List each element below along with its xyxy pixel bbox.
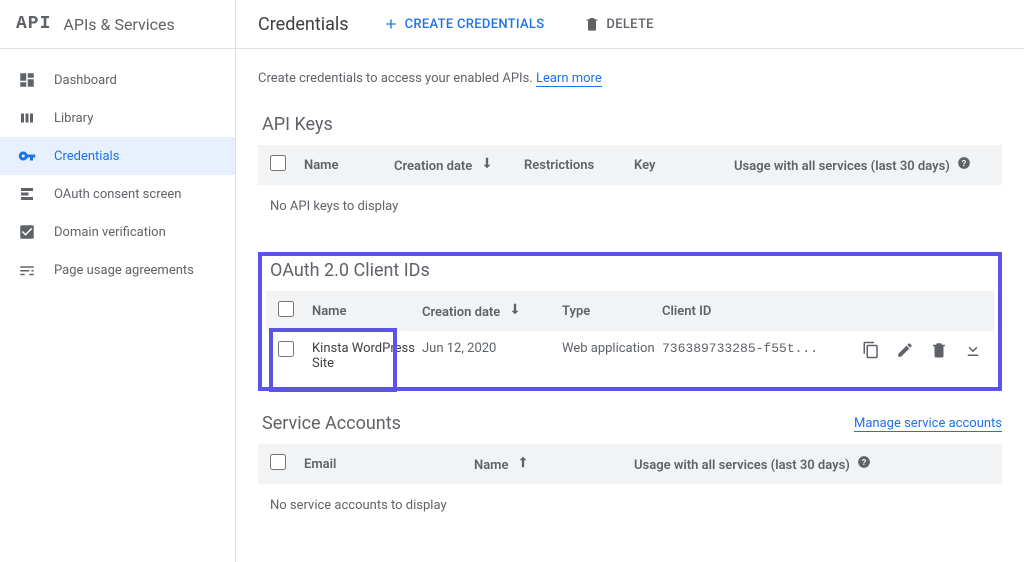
api-keys-empty: No API keys to display (258, 185, 1002, 228)
sidebar-item-label: Page usage agreements (54, 263, 194, 278)
service-accounts-empty: No service accounts to display (258, 484, 1002, 527)
svg-text:?: ? (962, 159, 967, 168)
sidebar-item-domain-verification[interactable]: Domain verification (0, 213, 235, 251)
brand-title: APIs & Services (63, 15, 174, 34)
sa-col-usage[interactable]: Usage with all services (last 30 days) ? (634, 455, 990, 473)
arrow-down-icon (508, 302, 522, 316)
api-col-name[interactable]: Name (304, 158, 394, 173)
arrow-up-icon (516, 455, 530, 469)
oauth-row-checkbox[interactable] (278, 341, 294, 357)
oauth-row-type: Web application (562, 341, 662, 356)
library-icon (18, 109, 36, 127)
trash-icon[interactable] (930, 341, 948, 359)
check-icon (18, 223, 36, 241)
select-all-sa-checkbox[interactable] (270, 454, 286, 470)
oauth-section-highlight: OAuth 2.0 Client IDs Name Creation date … (258, 252, 1002, 391)
download-icon[interactable] (964, 341, 982, 359)
service-accounts-section: Service Accounts Manage service accounts… (258, 413, 1002, 527)
copy-icon[interactable] (862, 341, 880, 359)
main: Credentials CREATE CREDENTIALS DELETE Cr… (236, 0, 1024, 562)
dashboard-icon (18, 71, 36, 89)
col-label: Usage with all services (last 30 days) (734, 159, 950, 174)
oauth-col-date[interactable]: Creation date (422, 302, 562, 320)
api-keys-header: Name Creation date Restrictions Key Usag… (258, 145, 1002, 185)
trash-icon (584, 16, 600, 32)
sidebar-item-label: Library (54, 111, 93, 126)
oauth-col-name[interactable]: Name (312, 304, 422, 319)
sidebar-item-label: Credentials (54, 149, 119, 164)
sa-col-name[interactable]: Name (474, 455, 634, 473)
service-accounts-header: Email Name Usage with all services (last… (258, 444, 1002, 484)
api-col-date[interactable]: Creation date (394, 156, 524, 174)
oauth-row-actions (862, 341, 982, 359)
manage-service-accounts-link[interactable]: Manage service accounts (854, 416, 1002, 432)
oauth-col-clientid[interactable]: Client ID (662, 304, 862, 319)
intro-text: Create credentials to access your enable… (258, 71, 1002, 86)
edit-icon[interactable] (896, 341, 914, 359)
sidebar-nav: Dashboard Library Credentials OAuth cons… (0, 49, 235, 289)
sidebar-item-label: Dashboard (54, 73, 117, 88)
settings-icon (18, 261, 36, 279)
oauth-col-type[interactable]: Type (562, 304, 662, 319)
create-credentials-label: CREATE CREDENTIALS (405, 17, 545, 32)
help-icon[interactable]: ? (857, 455, 871, 469)
sidebar-item-label: Domain verification (54, 225, 166, 240)
oauth-row-name[interactable]: Kinsta WordPress Site (312, 341, 422, 371)
api-keys-title: API Keys (262, 114, 1002, 135)
api-keys-section: API Keys Name Creation date Restrictions… (258, 114, 1002, 228)
api-col-restrictions[interactable]: Restrictions (524, 158, 634, 173)
service-accounts-title: Service Accounts (262, 413, 401, 434)
help-icon[interactable]: ? (957, 156, 971, 170)
delete-button[interactable]: DELETE (578, 10, 659, 38)
api-col-usage[interactable]: Usage with all services (last 30 days) ? (734, 156, 990, 174)
select-all-oauth-checkbox[interactable] (278, 301, 294, 317)
delete-label: DELETE (606, 17, 653, 32)
api-col-key[interactable]: Key (634, 158, 734, 173)
brand: API APIs & Services (0, 0, 235, 49)
create-credentials-button[interactable]: CREATE CREDENTIALS (377, 10, 551, 38)
svg-text:?: ? (862, 458, 867, 467)
consent-icon (18, 185, 36, 203)
intro-prefix: Create credentials to access your enable… (258, 71, 533, 86)
oauth-row-clientid: 736389733285-f55t... (662, 341, 862, 356)
sidebar-item-dashboard[interactable]: Dashboard (0, 61, 235, 99)
key-icon (18, 147, 36, 165)
content: Create credentials to access your enable… (236, 49, 1024, 562)
oauth-row-date: Jun 12, 2020 (422, 341, 562, 356)
col-label: Creation date (394, 159, 472, 174)
sidebar-item-credentials[interactable]: Credentials (0, 137, 235, 175)
col-label: Creation date (422, 305, 500, 320)
brand-logo: API (16, 14, 51, 34)
page-title: Credentials (258, 14, 349, 35)
oauth-row[interactable]: Kinsta WordPress Site Jun 12, 2020 Web a… (266, 331, 994, 381)
col-label: Usage with all services (last 30 days) (634, 458, 850, 473)
sidebar-item-label: OAuth consent screen (54, 187, 181, 202)
plus-icon (383, 16, 399, 32)
topbar: Credentials CREATE CREDENTIALS DELETE (236, 0, 1024, 49)
oauth-table: Name Creation date Type Client ID Kinsta… (266, 291, 994, 381)
oauth-title: OAuth 2.0 Client IDs (270, 260, 994, 281)
sidebar-item-oauth-consent[interactable]: OAuth consent screen (0, 175, 235, 213)
oauth-header: Name Creation date Type Client ID (266, 291, 994, 331)
select-all-api-keys-checkbox[interactable] (270, 155, 286, 171)
service-accounts-table: Email Name Usage with all services (last… (258, 444, 1002, 527)
learn-more-link[interactable]: Learn more (536, 71, 602, 87)
sidebar-item-page-usage[interactable]: Page usage agreements (0, 251, 235, 289)
arrow-down-icon (480, 156, 494, 170)
sidebar: API APIs & Services Dashboard Library Cr… (0, 0, 236, 562)
col-label: Name (474, 458, 508, 473)
sidebar-item-library[interactable]: Library (0, 99, 235, 137)
sa-col-email[interactable]: Email (304, 457, 474, 472)
api-keys-table: Name Creation date Restrictions Key Usag… (258, 145, 1002, 228)
